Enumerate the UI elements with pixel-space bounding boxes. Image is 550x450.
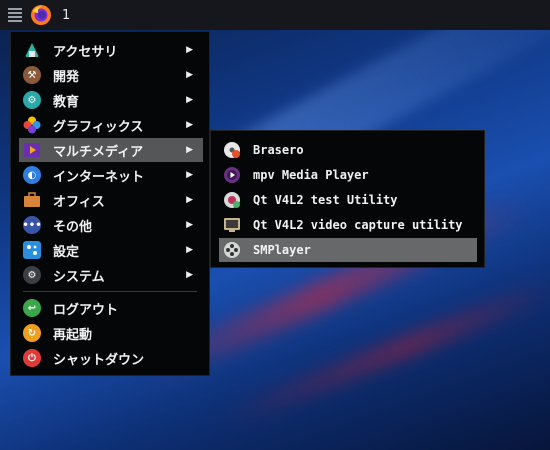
education-icon: ⚙	[23, 91, 41, 109]
submenu-arrow-icon: ▶	[186, 220, 193, 230]
submenu-item-brasero[interactable]: Brasero	[219, 138, 477, 162]
menu-item-education[interactable]: ⚙ 教育 ▶	[19, 88, 203, 112]
reboot-icon: ↻	[23, 324, 41, 342]
submenu-arrow-icon: ▶	[186, 245, 193, 255]
mpv-icon	[224, 167, 240, 183]
logout-icon: ↩	[23, 299, 41, 317]
submenu-arrow-icon: ▶	[186, 70, 193, 80]
submenu-arrow-icon: ▶	[186, 195, 193, 205]
menu-item-label: シャットダウン	[53, 352, 145, 368]
submenu-item-qv4l2[interactable]: Qt V4L2 test Utility	[219, 188, 477, 212]
office-icon	[24, 192, 40, 207]
menu-item-label: システム	[53, 269, 105, 285]
smplayer-icon	[224, 242, 240, 258]
menu-item-label: 教育	[53, 94, 80, 110]
internet-icon: ◐	[23, 166, 41, 184]
menu-item-office[interactable]: オフィス ▶	[19, 188, 203, 212]
settings-icon	[23, 241, 41, 259]
menu-item-graphics[interactable]: グラフィックス ▶	[19, 113, 203, 137]
menu-item-label: その他	[53, 219, 93, 235]
submenu-arrow-icon: ▶	[186, 270, 193, 280]
menu-item-label: ログアウト	[53, 302, 119, 318]
submenu-item-label: Brasero	[253, 143, 304, 157]
multimedia-icon	[24, 143, 40, 157]
multimedia-submenu: Brasero mpv Media Player Qt V4L2 test Ut…	[210, 130, 485, 268]
submenu-arrow-icon: ▶	[186, 170, 193, 180]
submenu-arrow-icon: ▶	[186, 120, 193, 130]
menu-item-label: インターネット	[53, 169, 145, 185]
qv4l2-icon	[224, 192, 240, 208]
submenu-item-label: mpv Media Player	[253, 168, 369, 182]
menu-item-logout[interactable]: ↩ ログアウト	[19, 296, 203, 320]
menu-item-label: マルチメディア	[53, 144, 144, 160]
menu-item-label: 開発	[53, 69, 80, 85]
submenu-item-label: SMPlayer	[253, 243, 311, 257]
graphics-icon	[23, 116, 41, 134]
wallpaper-red-streak-2	[220, 275, 550, 431]
app-menu-icon[interactable]	[8, 8, 22, 22]
other-icon: •••	[22, 216, 42, 234]
submenu-item-label: Qt V4L2 video capture utility	[253, 218, 463, 232]
system-icon: ⚙	[23, 266, 41, 284]
menu-item-internet[interactable]: ◐ インターネット ▶	[19, 163, 203, 187]
submenu-arrow-icon: ▶	[186, 145, 193, 155]
submenu-item-mpv[interactable]: mpv Media Player	[219, 163, 477, 187]
brasero-icon	[224, 142, 240, 158]
accessories-icon	[25, 43, 39, 57]
menu-item-label: 再起動	[53, 327, 93, 343]
submenu-arrow-icon: ▶	[186, 45, 193, 55]
submenu-item-label: Qt V4L2 test Utility	[253, 193, 398, 207]
submenu-item-qvidcap[interactable]: Qt V4L2 video capture utility	[219, 213, 477, 237]
menu-item-system[interactable]: ⚙ システム ▶	[19, 263, 203, 287]
submenu-arrow-icon: ▶	[186, 95, 193, 105]
menu-item-label: アクセサリ	[53, 44, 118, 60]
shutdown-icon: ⏻	[23, 349, 41, 367]
main-menu: アクセサリ ▶ ⚒ 開発 ▶ ⚙ 教育 ▶ グラフィックス ▶ マルチメディア …	[10, 31, 210, 376]
menu-item-development[interactable]: ⚒ 開発 ▶	[19, 63, 203, 87]
menu-item-accessories[interactable]: アクセサリ ▶	[19, 38, 203, 62]
firefox-icon[interactable]	[30, 4, 52, 26]
menu-item-label: グラフィックス	[53, 119, 144, 135]
menu-item-shutdown[interactable]: ⏻ シャットダウン	[19, 346, 203, 370]
submenu-item-smplayer[interactable]: SMPlayer	[219, 238, 477, 262]
menu-item-reboot[interactable]: ↻ 再起動	[19, 321, 203, 345]
menu-item-multimedia[interactable]: マルチメディア ▶	[19, 138, 203, 162]
menu-item-label: 設定	[53, 244, 80, 260]
menu-separator	[23, 291, 197, 292]
top-panel: 1	[0, 0, 550, 30]
workspace-number[interactable]: 1	[62, 8, 70, 23]
qvidcap-icon	[224, 218, 240, 232]
menu-item-other[interactable]: ••• その他 ▶	[19, 213, 203, 237]
menu-item-settings[interactable]: 設定 ▶	[19, 238, 203, 262]
menu-item-label: オフィス	[53, 194, 105, 210]
development-icon: ⚒	[23, 66, 41, 84]
